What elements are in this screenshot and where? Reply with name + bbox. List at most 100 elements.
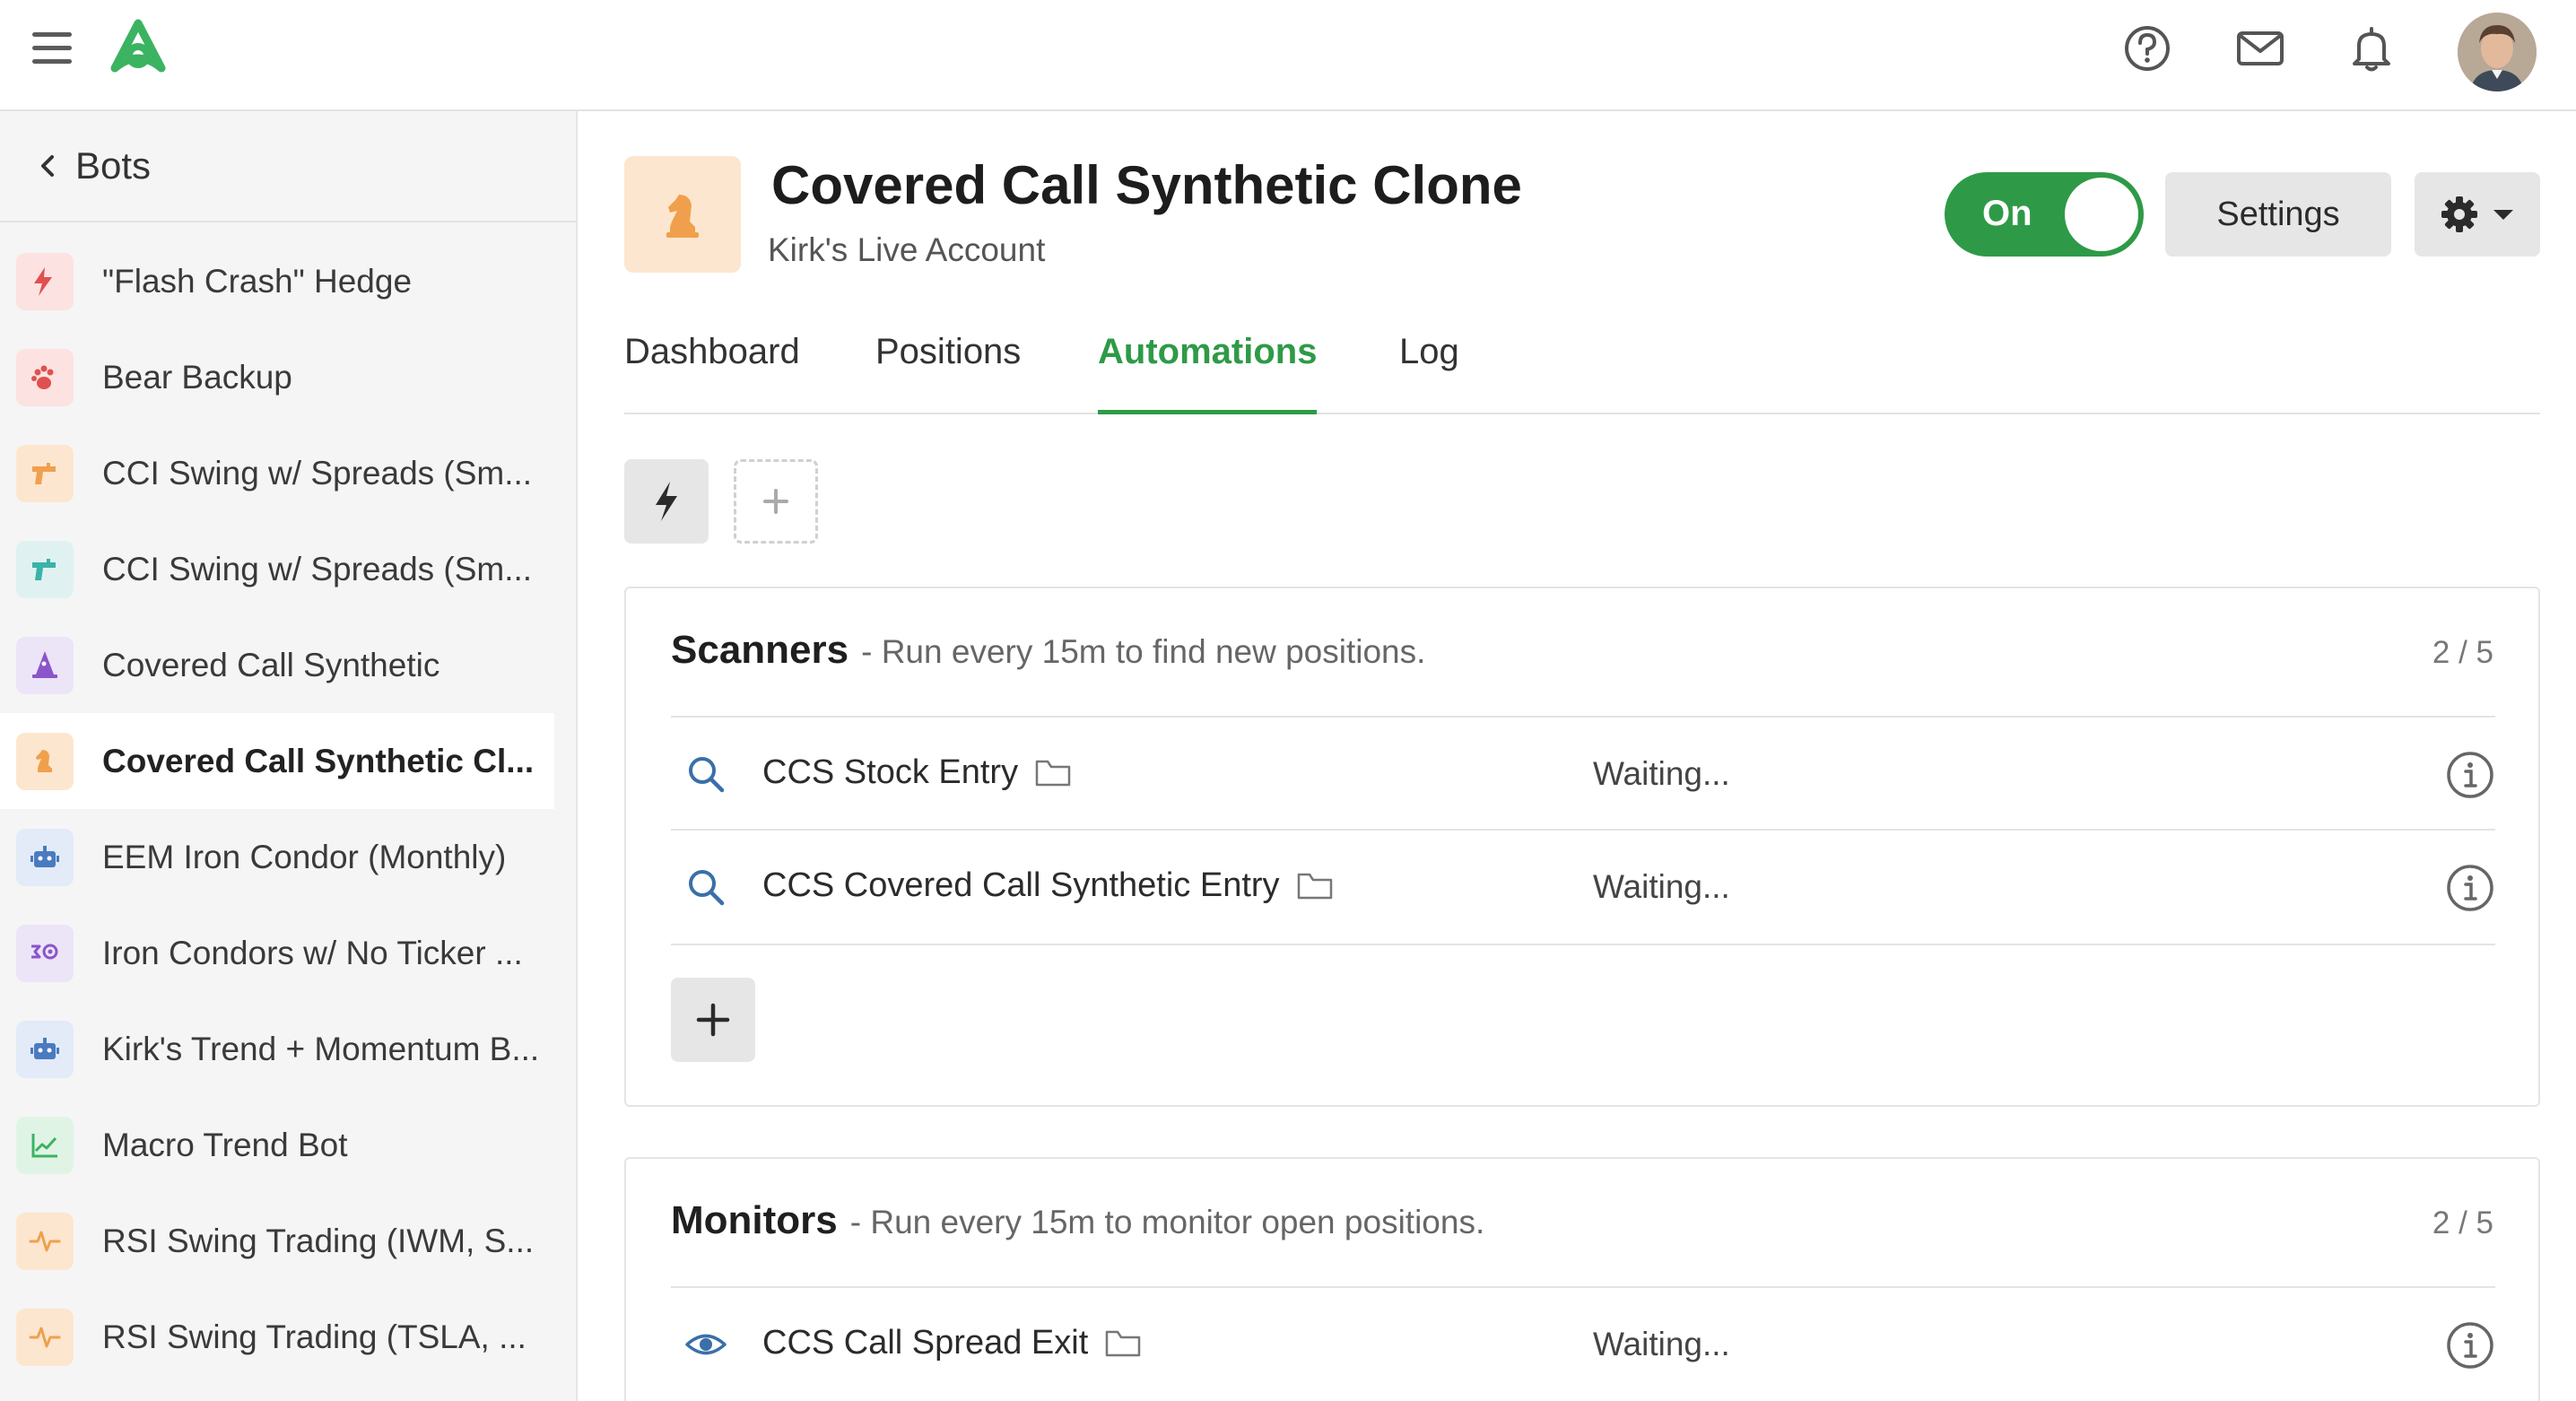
sidebar-item-bot[interactable]: RSI Swing Trading (TSLA, ...	[0, 1289, 554, 1385]
monitors-description: - Run every 15m to monitor open position…	[849, 1204, 1485, 1240]
sidebar-back-button[interactable]: Bots	[0, 111, 576, 222]
sidebar-item-bot[interactable]: EEM Iron Condor (Monthly)	[0, 809, 554, 905]
gun-icon	[16, 444, 74, 502]
sidebar-item-bot[interactable]: CCI Swing w/ Spreads (Sm...	[0, 425, 554, 521]
sidebar-title: Bots	[75, 144, 152, 187]
help-icon[interactable]	[2120, 22, 2174, 75]
monitors-title: Monitors	[671, 1198, 838, 1242]
caret-down-icon	[2493, 210, 2513, 220]
plus-icon	[696, 1003, 730, 1037]
tab-log[interactable]: Log	[1399, 312, 1459, 414]
robot-icon	[16, 1020, 74, 1078]
folder-icon[interactable]	[1104, 1328, 1142, 1359]
lightning-icon	[656, 482, 677, 521]
triangle-logo[interactable]	[104, 16, 172, 81]
sidebar-item-label: Iron Condors w/ No Ticker ...	[102, 934, 523, 971]
tab-bar: Dashboard Positions Automations Log	[624, 312, 2540, 414]
gun-icon	[16, 540, 74, 598]
sidebar-item-label: Macro Trend Bot	[102, 1126, 348, 1163]
monitors-header: Monitors - Run every 15m to monitor open …	[671, 1198, 1484, 1243]
sidebar: Bots "Flash Crash" Hedge Bear Backup CCI S…	[0, 111, 578, 1401]
lightning-icon	[16, 252, 74, 310]
pulse-icon	[16, 1212, 74, 1270]
pulse-icon	[16, 1308, 74, 1366]
wizard-hat-icon	[16, 636, 74, 694]
monitor-name-text: CCS Call Spread Exit	[762, 1324, 1089, 1362]
monitor-row[interactable]: CCS Call Spread Exit Waiting...	[671, 1286, 2495, 1399]
bot-list: "Flash Crash" Hedge Bear Backup CCI Swing …	[0, 222, 576, 1385]
bot-avatar	[624, 156, 741, 273]
monitors-count: 2 / 5	[2432, 1205, 2493, 1240]
paw-icon	[16, 348, 74, 406]
monitors-card: Monitors - Run every 15m to monitor open …	[624, 1157, 2540, 1401]
add-automation-group-button[interactable]	[734, 459, 818, 544]
chevron-left-icon	[41, 155, 54, 177]
sidebar-item-bot[interactable]: Covered Call Synthetic Cl...	[0, 713, 554, 809]
sidebar-item-bot[interactable]: Covered Call Synthetic	[0, 617, 554, 713]
sidebar-item-bot[interactable]: CCI Swing w/ Spreads (Sm...	[0, 521, 554, 617]
scanner-name-text: CCS Covered Call Synthetic Entry	[762, 866, 1280, 904]
bell-icon[interactable]	[2345, 22, 2398, 75]
search-icon	[689, 757, 725, 793]
plus-icon	[763, 489, 788, 514]
sidebar-item-bot[interactable]: Iron Condors w/ No Ticker ...	[0, 905, 554, 1001]
chess-knight-icon	[666, 195, 699, 238]
tab-positions[interactable]: Positions	[875, 312, 1021, 414]
monitor-name[interactable]: CCS Call Spread Exit	[762, 1324, 1142, 1362]
tab-dashboard[interactable]: Dashboard	[624, 312, 800, 414]
account-name: Kirk's Live Account	[768, 231, 1046, 268]
scanners-count: 2 / 5	[2432, 635, 2493, 670]
sidebar-item-label: CCI Swing w/ Spreads (Sm...	[102, 454, 533, 492]
scanner-status: Waiting...	[1593, 755, 1730, 792]
toggle-label: On	[1982, 194, 2032, 233]
toggle-knob	[2065, 178, 2138, 251]
folder-icon[interactable]	[1034, 758, 1072, 788]
scanner-name[interactable]: CCS Covered Call Synthetic Entry	[762, 866, 1334, 905]
tab-automations[interactable]: Automations	[1098, 312, 1318, 414]
bot-on-off-toggle[interactable]: On	[1945, 172, 2144, 257]
sidebar-item-label: RSI Swing Trading (TSLA, ...	[102, 1318, 527, 1355]
user-photo-icon	[2458, 13, 2537, 91]
monitor-status: Waiting...	[1593, 1326, 1730, 1362]
folder-icon[interactable]	[1296, 871, 1334, 901]
main-content: Covered Call Synthetic Clone Kirk's Live…	[579, 111, 2576, 1401]
chess-knight-icon	[16, 732, 74, 790]
scanner-name[interactable]: CCS Stock Entry	[762, 753, 1072, 792]
mail-icon[interactable]	[2233, 22, 2287, 75]
info-icon[interactable]	[2445, 1320, 2495, 1371]
sidebar-item-bot[interactable]: RSI Swing Trading (IWM, S...	[0, 1193, 554, 1289]
search-icon	[689, 870, 725, 906]
sidebar-item-label: RSI Swing Trading (IWM, S...	[102, 1222, 535, 1259]
eye-icon	[685, 1334, 727, 1355]
sidebar-item-label: Kirk's Trend + Momentum B...	[102, 1030, 540, 1067]
automations-filter-button[interactable]	[624, 459, 709, 544]
sidebar-item-label: CCI Swing w/ Spreads (Sm...	[102, 550, 533, 587]
scanners-description: - Run every 15m to find new positions.	[861, 633, 1426, 670]
page-title: Covered Call Synthetic Clone	[771, 155, 1522, 215]
condor-icon	[16, 924, 74, 982]
scanner-row[interactable]: CCS Covered Call Synthetic Entry Waiting…	[671, 829, 2495, 942]
sidebar-item-label: "Flash Crash" Hedge	[102, 262, 413, 300]
info-icon[interactable]	[2445, 863, 2495, 913]
sidebar-item-bot[interactable]: Kirk's Trend + Momentum B...	[0, 1001, 554, 1097]
sidebar-item-label: Covered Call Synthetic Cl...	[102, 742, 535, 779]
sidebar-item-bot[interactable]: Macro Trend Bot	[0, 1097, 554, 1193]
avatar[interactable]	[2458, 13, 2537, 91]
row-divider	[671, 944, 2495, 945]
sidebar-item-label: Covered Call Synthetic	[102, 646, 440, 683]
settings-button[interactable]: Settings	[2165, 172, 2391, 257]
scanner-status: Waiting...	[1593, 868, 1730, 905]
add-scanner-button[interactable]	[671, 978, 755, 1062]
scanners-header: Scanners - Run every 15m to find new posi…	[671, 628, 1425, 673]
scanner-name-text: CCS Stock Entry	[762, 753, 1019, 791]
scanners-title: Scanners	[671, 628, 849, 672]
menu-icon[interactable]	[30, 29, 74, 68]
sidebar-item-bot[interactable]: "Flash Crash" Hedge	[0, 233, 554, 329]
gear-menu-button[interactable]	[2415, 172, 2540, 257]
info-icon[interactable]	[2445, 750, 2495, 800]
scanner-row[interactable]: CCS Stock Entry Waiting...	[671, 716, 2495, 829]
robot-icon	[16, 828, 74, 886]
top-bar	[0, 0, 2576, 111]
chart-icon	[16, 1116, 74, 1174]
sidebar-item-bot[interactable]: Bear Backup	[0, 329, 554, 425]
